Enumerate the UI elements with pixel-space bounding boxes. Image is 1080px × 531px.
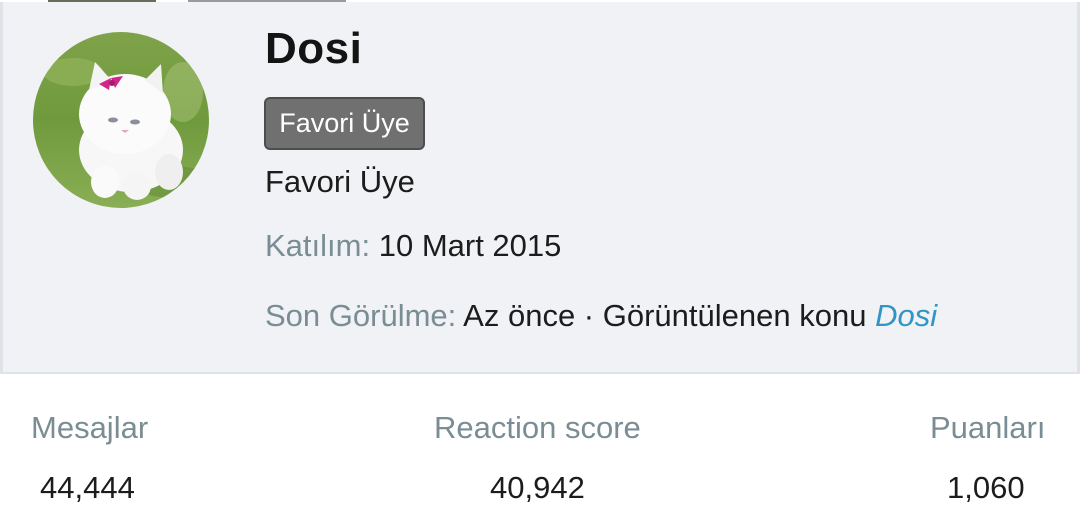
stat-label-points: Puanları	[930, 410, 1046, 445]
joined-date: 10 Mart 2015	[378, 228, 562, 263]
joined-label: Katılım:	[265, 228, 371, 263]
user-title: Favori Üye	[265, 164, 415, 199]
last-seen-activity: Az önce · Görüntülenen konu	[463, 298, 867, 333]
last-seen-label: Son Görülme:	[265, 298, 457, 333]
stat-value-messages[interactable]: 44,444	[40, 470, 135, 506]
stat-value-points[interactable]: 1,060	[947, 470, 1025, 506]
white-kitten-avatar-icon	[33, 32, 209, 208]
last-seen-row: Son Görülme: Az önce · Görüntülenen konu…	[265, 298, 937, 334]
stat-label-messages: Mesajlar	[31, 410, 149, 445]
joined-row: Katılım: 10 Mart 2015	[265, 228, 561, 264]
stat-value-reaction-score[interactable]: 40,942	[490, 470, 585, 506]
last-seen-thread-link[interactable]: Dosi	[875, 298, 937, 333]
stat-label-reaction-score: Reaction score	[434, 410, 641, 445]
member-profile-card: Dosi Favori Üye Favori Üye Katılım: 10 M…	[0, 2, 1080, 374]
member-stats: Mesajlar 44,444 Reaction score 40,942 Pu…	[0, 376, 1080, 531]
username[interactable]: Dosi	[265, 24, 362, 74]
avatar[interactable]	[33, 32, 209, 208]
user-banner-badge: Favori Üye	[264, 97, 425, 150]
